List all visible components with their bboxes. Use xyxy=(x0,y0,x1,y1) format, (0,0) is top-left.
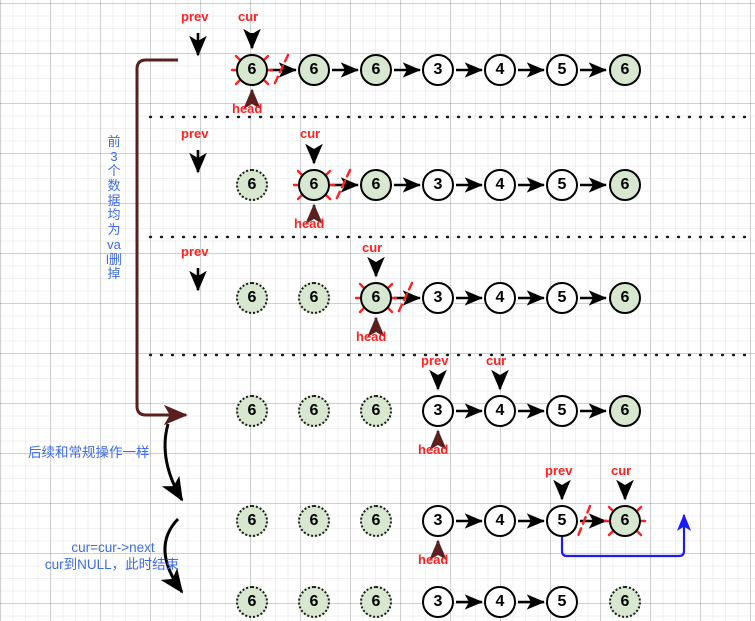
pointer-label-prev-row-2: prev xyxy=(181,126,209,141)
node-row-3-4[interactable]: 4 xyxy=(484,282,516,314)
node-row-5-1[interactable]: 6 xyxy=(298,505,330,537)
node-row-1-6[interactable]: 6 xyxy=(609,54,641,86)
pointer-label-cur-row-5: cur xyxy=(611,463,632,478)
node-row-3-1[interactable]: 6 xyxy=(298,282,330,314)
annotation-vertical-note: 前3个数据均为val删掉 xyxy=(106,134,122,282)
diagram-canvas: 6 6 6 3 4 5 6 6 6 6 3 4 5 6 6 6 6 3 4 5 … xyxy=(0,0,755,621)
node-row-5-5[interactable]: 5 xyxy=(546,505,578,537)
pointer-label-cur-row-2: cur xyxy=(300,126,321,141)
node-row-5-2[interactable]: 6 xyxy=(360,505,392,537)
section-separators xyxy=(148,115,752,357)
node-row-6-5[interactable]: 5 xyxy=(546,586,578,618)
node-row-4-2[interactable]: 6 xyxy=(360,395,392,427)
node-row-6-0[interactable]: 6 xyxy=(236,586,268,618)
pointer-label-prev-row-4: prev xyxy=(421,353,449,368)
node-row-1-0[interactable]: 6 xyxy=(236,54,268,86)
annotation-normal-ops: 后续和常规操作一样 xyxy=(28,445,150,460)
pointer-label-cur-row-1: cur xyxy=(238,9,259,24)
node-row-6-6[interactable]: 6 xyxy=(609,586,641,618)
node-row-3-0[interactable]: 6 xyxy=(236,282,268,314)
node-row-1-2[interactable]: 6 xyxy=(360,54,392,86)
pointer-label-head-row-1: head xyxy=(232,101,263,116)
pointer-label-prev-row-5: prev xyxy=(545,463,573,478)
node-row-5-3[interactable]: 3 xyxy=(422,505,454,537)
node-row-4-0[interactable]: 6 xyxy=(236,395,268,427)
node-row-2-5[interactable]: 5 xyxy=(546,169,578,201)
node-row-6-3[interactable]: 3 xyxy=(422,586,454,618)
pointer-label-cur-row-4: cur xyxy=(486,353,507,368)
node-row-2-6[interactable]: 6 xyxy=(609,169,641,201)
node-row-1-3[interactable]: 3 xyxy=(422,54,454,86)
node-row-3-5[interactable]: 5 xyxy=(546,282,578,314)
node-row-2-1[interactable]: 6 xyxy=(298,169,330,201)
pointer-label-prev-row-3: prev xyxy=(181,244,209,259)
node-row-5-0[interactable]: 6 xyxy=(236,505,268,537)
annotation-cur-next-line1: cur=cur->next xyxy=(71,540,155,555)
pointer-label-head-row-3: head xyxy=(356,329,387,344)
node-row-3-3[interactable]: 3 xyxy=(422,282,454,314)
node-row-5-6[interactable]: 6 xyxy=(609,505,641,537)
black-flow-arrow-1 xyxy=(161,423,184,502)
node-row-4-3[interactable]: 3 xyxy=(422,395,454,427)
pointer-label-cur-row-3: cur xyxy=(362,240,383,255)
node-row-6-1[interactable]: 6 xyxy=(298,586,330,618)
node-row-4-6[interactable]: 6 xyxy=(609,395,641,427)
node-row-6-4[interactable]: 4 xyxy=(484,586,516,618)
node-row-1-4[interactable]: 4 xyxy=(484,54,516,86)
annotation-cur-next-line2: cur到NULL，此时结束 xyxy=(44,557,180,572)
node-row-4-4[interactable]: 4 xyxy=(484,395,516,427)
pointer-label-head-row-4: head xyxy=(418,442,449,457)
node-row-4-5[interactable]: 5 xyxy=(546,395,578,427)
node-row-3-2[interactable]: 6 xyxy=(360,282,392,314)
pointer-label-prev-row-1: prev xyxy=(181,9,209,24)
node-row-2-4[interactable]: 4 xyxy=(484,169,516,201)
node-row-4-1[interactable]: 6 xyxy=(298,395,330,427)
node-row-1-5[interactable]: 5 xyxy=(546,54,578,86)
node-row-5-4[interactable]: 4 xyxy=(484,505,516,537)
node-row-3-6[interactable]: 6 xyxy=(609,282,641,314)
node-row-2-3[interactable]: 3 xyxy=(422,169,454,201)
row-3-pointer-arrows xyxy=(189,256,385,338)
node-row-1-1[interactable]: 6 xyxy=(298,54,330,86)
pointer-label-head-row-5: head xyxy=(418,552,449,567)
node-row-2-0[interactable]: 6 xyxy=(236,169,268,201)
node-row-6-2[interactable]: 6 xyxy=(360,586,392,618)
pointer-label-head-row-2: head xyxy=(294,216,325,231)
node-row-2-2[interactable]: 6 xyxy=(360,169,392,201)
